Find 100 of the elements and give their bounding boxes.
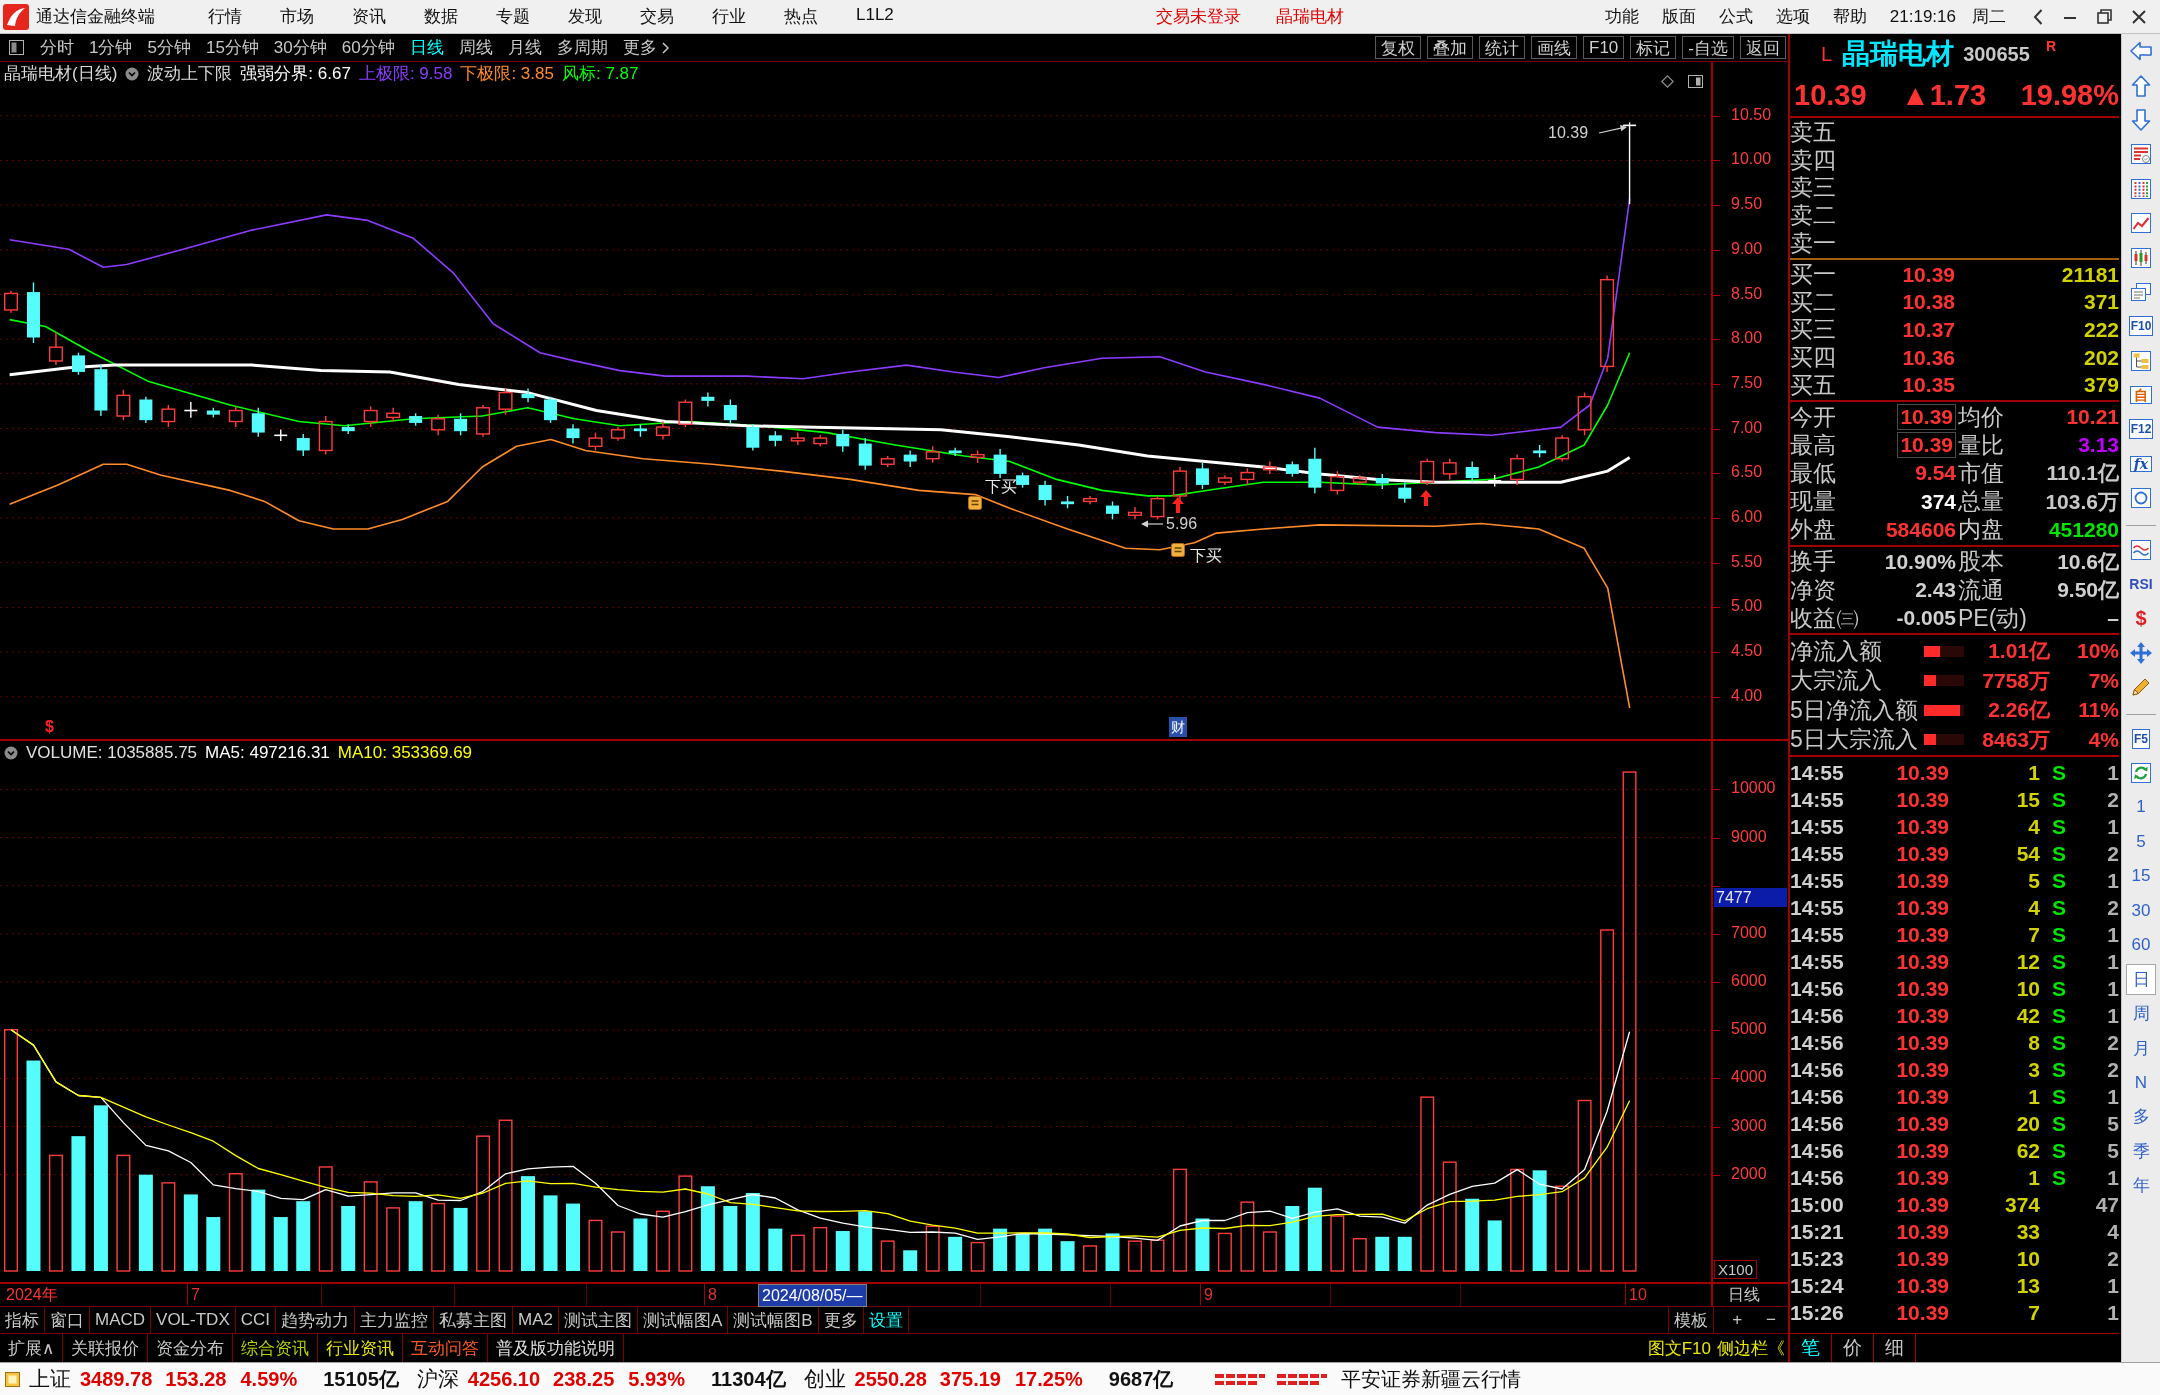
dropdown-icon[interactable] xyxy=(125,66,140,81)
menu-item[interactable]: 版面 xyxy=(1661,5,1696,28)
period-button[interactable]: 月 xyxy=(2129,1036,2153,1060)
tool-button[interactable]: F10 xyxy=(2128,316,2154,337)
stock-name[interactable]: 晶瑞电材 xyxy=(1275,5,1344,28)
indicator-tab[interactable]: 测试幅图A xyxy=(638,1307,729,1333)
period-tab[interactable]: 30分钟 xyxy=(273,36,327,59)
tick-volume: 15 xyxy=(2015,787,2040,812)
menu-item[interactable]: 功能 xyxy=(1604,5,1639,28)
tool-button[interactable]: fx xyxy=(2129,455,2153,472)
tool-button[interactable]: 自 xyxy=(2130,386,2152,405)
tool-button[interactable]: 返回 xyxy=(1740,36,1786,59)
menu-item[interactable]: 资讯 xyxy=(352,5,386,28)
candlestick-icon[interactable] xyxy=(2129,245,2153,270)
period-button[interactable]: 1 xyxy=(2129,797,2153,818)
indicator-tab[interactable]: 测试主图 xyxy=(559,1307,638,1333)
tick-count: 1 xyxy=(2106,1273,2119,1298)
line-chart-icon[interactable] xyxy=(2129,211,2153,236)
restore-icon[interactable] xyxy=(2097,9,2112,24)
period-button[interactable]: 周 xyxy=(2129,1002,2153,1026)
wave-chart-icon[interactable] xyxy=(2129,537,2153,562)
menu-item[interactable]: 发现 xyxy=(568,5,602,28)
menu-item[interactable]: 热点 xyxy=(784,5,818,28)
menu-item[interactable]: 市场 xyxy=(280,5,314,28)
tool-button[interactable]: F10 xyxy=(1583,36,1625,59)
chevron-right-icon xyxy=(661,41,669,54)
period-tab[interactable]: 5分钟 xyxy=(147,36,191,59)
period-tab[interactable]: 60分钟 xyxy=(341,36,395,59)
grid-icon[interactable] xyxy=(2129,176,2153,201)
indicator-tab[interactable]: 测试幅图B xyxy=(728,1307,819,1333)
period-tab[interactable]: 1分钟 xyxy=(89,36,133,59)
rising-candle xyxy=(386,407,401,423)
period-button[interactable]: 日 xyxy=(2126,963,2156,995)
tick-time: 14:55 xyxy=(1790,760,1845,785)
f10-link[interactable]: 图文F10 xyxy=(1644,1334,1714,1362)
period-button[interactable]: 5 xyxy=(2129,831,2153,852)
logo-icon[interactable] xyxy=(3,3,29,30)
menu-item[interactable]: 交易 xyxy=(640,5,674,28)
period-tab[interactable]: 多周期 xyxy=(556,36,608,59)
indicator-tab[interactable]: CCI xyxy=(235,1307,277,1333)
move-icon[interactable] xyxy=(2129,640,2153,665)
menu-item[interactable]: L1L2 xyxy=(856,5,894,28)
tool-button[interactable]: 画线 xyxy=(1531,36,1578,59)
menu-item[interactable]: 行业 xyxy=(712,5,746,28)
indicator-tab[interactable]: MA2 xyxy=(513,1307,559,1333)
report-icon[interactable] xyxy=(2129,142,2153,167)
remove-button[interactable]: − xyxy=(1754,1307,1788,1333)
status-icon[interactable] xyxy=(5,1371,20,1387)
menu-item[interactable]: 行情 xyxy=(208,5,242,28)
period-button[interactable]: 多 xyxy=(2129,1105,2153,1129)
close-icon[interactable] xyxy=(2132,9,2146,24)
menu-item[interactable]: 选项 xyxy=(1775,5,1810,28)
more-button[interactable]: 更多 xyxy=(622,36,669,59)
refresh-icon[interactable] xyxy=(2129,761,2153,785)
indicator-tab[interactable]: VOL-TDX xyxy=(151,1307,236,1333)
tool-button[interactable]: 统计 xyxy=(1479,36,1526,59)
menu-item[interactable]: 专题 xyxy=(496,5,530,28)
menu-item[interactable]: 帮助 xyxy=(1832,5,1867,28)
tick-volume: 20 xyxy=(2015,1111,2040,1136)
period-button[interactable]: 60 xyxy=(2129,934,2153,955)
diamond-icon[interactable] xyxy=(1661,75,1674,88)
indicator-tab[interactable]: 指标 xyxy=(0,1307,45,1333)
period-button[interactable]: 15 xyxy=(2129,866,2153,887)
tool-button[interactable]: -自选 xyxy=(1682,36,1734,59)
indicator-tab[interactable]: 私募主图 xyxy=(434,1307,514,1333)
menu-item[interactable]: 数据 xyxy=(424,5,458,28)
tool-button[interactable]: F12 xyxy=(2128,419,2154,440)
period-tab[interactable]: 周线 xyxy=(458,36,493,59)
indicator-tab[interactable]: 窗口 xyxy=(45,1307,90,1333)
indicator-tab[interactable]: MACD xyxy=(90,1307,152,1333)
add-button[interactable]: + xyxy=(1720,1307,1755,1333)
period-tab[interactable]: 15分钟 xyxy=(205,36,259,59)
period-tab[interactable]: 分时 xyxy=(40,36,74,59)
arrow-up-icon[interactable] xyxy=(2129,73,2153,98)
indicator-tab[interactable]: 更多 xyxy=(818,1307,864,1333)
panel-icon[interactable] xyxy=(1688,75,1703,88)
period-tab[interactable]: 月线 xyxy=(507,36,542,59)
tool-button[interactable]: F5 xyxy=(2132,728,2150,749)
indicator-tab[interactable]: 趋势动力 xyxy=(276,1307,356,1333)
indicator-tab[interactable]: 主力监控 xyxy=(355,1307,435,1333)
tool-button[interactable]: $ xyxy=(2134,609,2148,628)
indicator-name[interactable]: 波动上下限 xyxy=(147,62,233,85)
indicator-tab[interactable]: 设置 xyxy=(863,1307,909,1333)
period-button[interactable]: 季 xyxy=(2129,1139,2153,1163)
period-tab[interactable]: 日线 xyxy=(409,36,444,59)
back-icon[interactable] xyxy=(2033,8,2043,25)
arrow-down-icon[interactable] xyxy=(2129,107,2153,132)
tool-button[interactable]: 标记 xyxy=(1630,36,1677,59)
layout-icon[interactable] xyxy=(9,40,24,55)
tree-icon[interactable] xyxy=(2129,348,2153,373)
period-button[interactable]: 年 xyxy=(2129,1174,2153,1198)
dropdown-icon[interactable] xyxy=(4,745,18,760)
tool-button[interactable]: 叠加 xyxy=(1427,36,1474,59)
sidebar-toggle[interactable]: 侧边栏《 xyxy=(1714,1334,1788,1362)
tool-button[interactable]: RSI xyxy=(2128,575,2154,594)
tool-button[interactable]: 复权 xyxy=(1375,36,1422,59)
period-button[interactable]: N xyxy=(2129,1072,2153,1093)
template-button[interactable]: 模板 xyxy=(1668,1307,1715,1333)
period-button[interactable]: 30 xyxy=(2129,900,2153,921)
menu-item[interactable]: 公式 xyxy=(1718,5,1753,28)
